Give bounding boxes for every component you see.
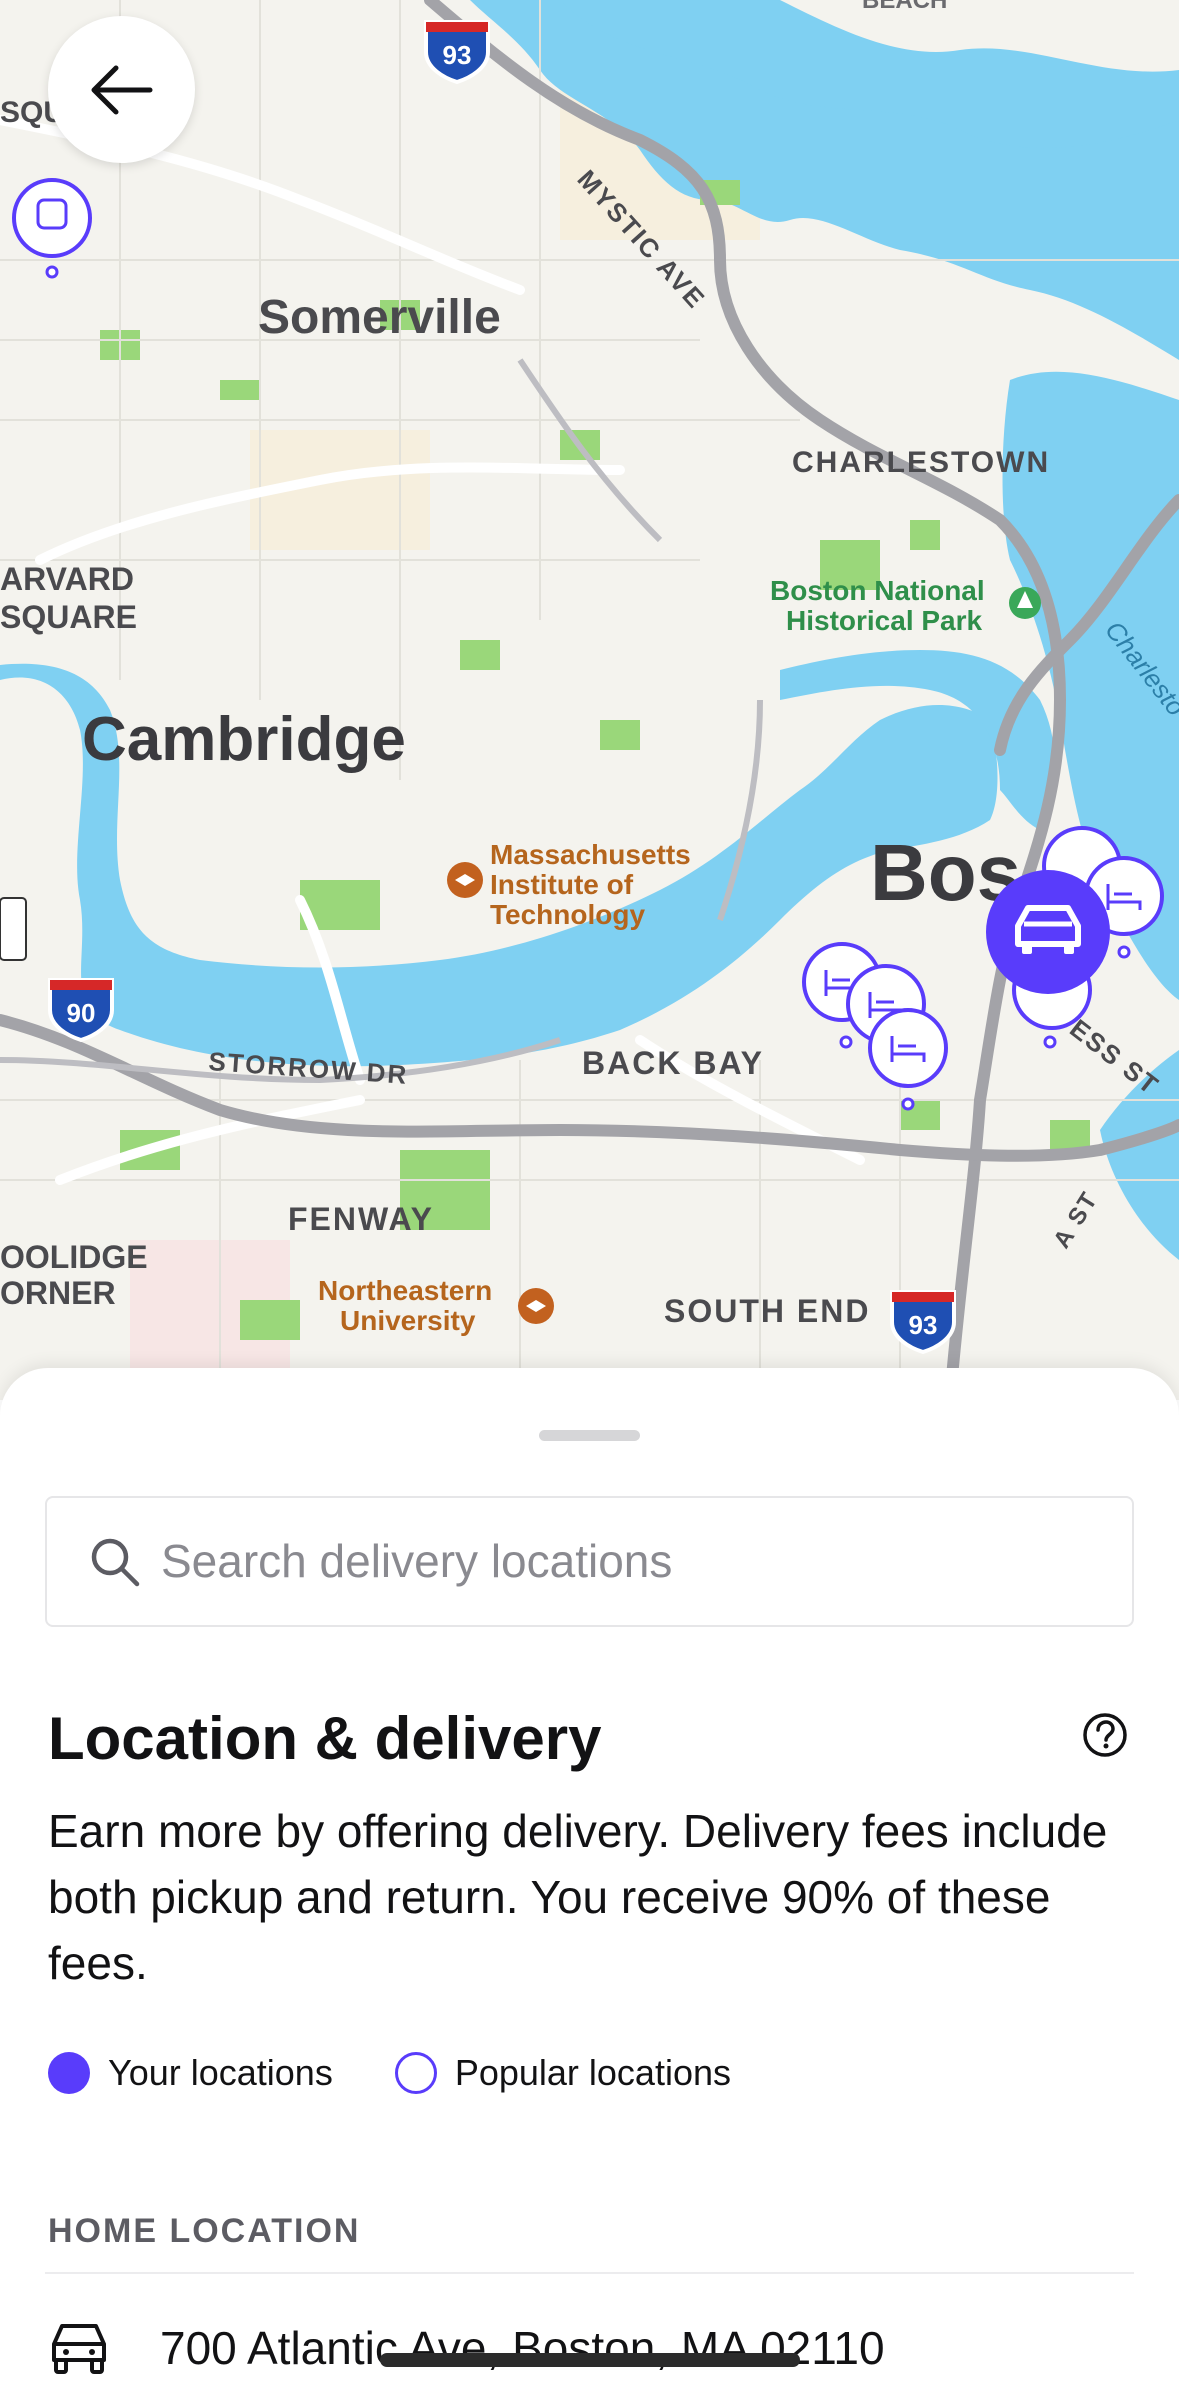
- svg-text:Historical Park: Historical Park: [786, 605, 983, 636]
- section-description: Earn more by offering delivery. Delivery…: [48, 1805, 1108, 1989]
- home-location-label: HOME LOCATION: [48, 2212, 361, 2250]
- divider: [45, 2272, 1134, 2274]
- i93-top-shield: 93: [424, 20, 490, 85]
- svg-text:BEACH: BEACH: [862, 0, 947, 14]
- sheet-grabber[interactable]: [539, 1430, 640, 1441]
- svg-text:ORNER: ORNER: [0, 1275, 116, 1311]
- bottom-sheet[interactable]: Search delivery locations Location & del…: [0, 1368, 1179, 2396]
- svg-text:FENWAY: FENWAY: [288, 1201, 434, 1237]
- svg-text:BACK BAY: BACK BAY: [582, 1045, 764, 1081]
- svg-text:Cambridge: Cambridge: [82, 705, 406, 774]
- svg-text:OOLIDGE: OOLIDGE: [0, 1239, 148, 1275]
- map-legend: Your locations Popular locations: [48, 2048, 793, 2098]
- legend-your-locations-label: Your locations: [108, 2052, 333, 2093]
- search-field[interactable]: Search delivery locations: [45, 1496, 1134, 1627]
- legend-popular-locations: Popular locations: [394, 2052, 731, 2094]
- svg-text:Massachusetts: Massachusetts: [490, 839, 691, 870]
- home-location-row[interactable]: 700 Atlantic Ave, Boston, MA 02110: [48, 2308, 885, 2388]
- svg-text:93: 93: [443, 40, 472, 70]
- filled-pin-icon: [48, 2052, 90, 2094]
- svg-text:90: 90: [67, 998, 96, 1028]
- svg-text:SOUTH END: SOUTH END: [664, 1293, 870, 1329]
- back-button[interactable]: [48, 16, 195, 163]
- home-location-pin: [986, 870, 1110, 994]
- svg-text:Somerville: Somerville: [258, 291, 501, 344]
- home-indicator: [380, 2353, 800, 2367]
- section-title: Location & delivery: [48, 1705, 602, 1772]
- svg-text:93: 93: [909, 1310, 938, 1340]
- legend-popular-locations-label: Popular locations: [454, 2052, 731, 2093]
- svg-text:ARVARD: ARVARD: [0, 561, 134, 597]
- svg-text:Northeastern: Northeastern: [318, 1275, 492, 1306]
- car-icon: [52, 2324, 106, 2374]
- svg-text:Boston National: Boston National: [770, 575, 985, 606]
- svg-text:SQUARE: SQUARE: [0, 599, 137, 635]
- search-icon: [91, 1538, 140, 1587]
- svg-text:CHARLESTOWN: CHARLESTOWN: [792, 446, 1050, 479]
- svg-text:University: University: [340, 1305, 476, 1336]
- question-circle-icon[interactable]: [1082, 1712, 1128, 1758]
- legend-your-locations: Your locations: [48, 2052, 333, 2094]
- svg-text:Technology: Technology: [490, 899, 645, 930]
- arrow-left-icon: [91, 65, 152, 114]
- outline-pin-icon: [394, 2052, 437, 2094]
- search-input[interactable]: Search delivery locations: [161, 1498, 672, 1625]
- map[interactable]: 93 90 93 Somerville Cambridge CHARLESTOW…: [0, 0, 1179, 1400]
- transit-sign-icon: [0, 897, 27, 961]
- svg-text:Institute of: Institute of: [490, 869, 634, 900]
